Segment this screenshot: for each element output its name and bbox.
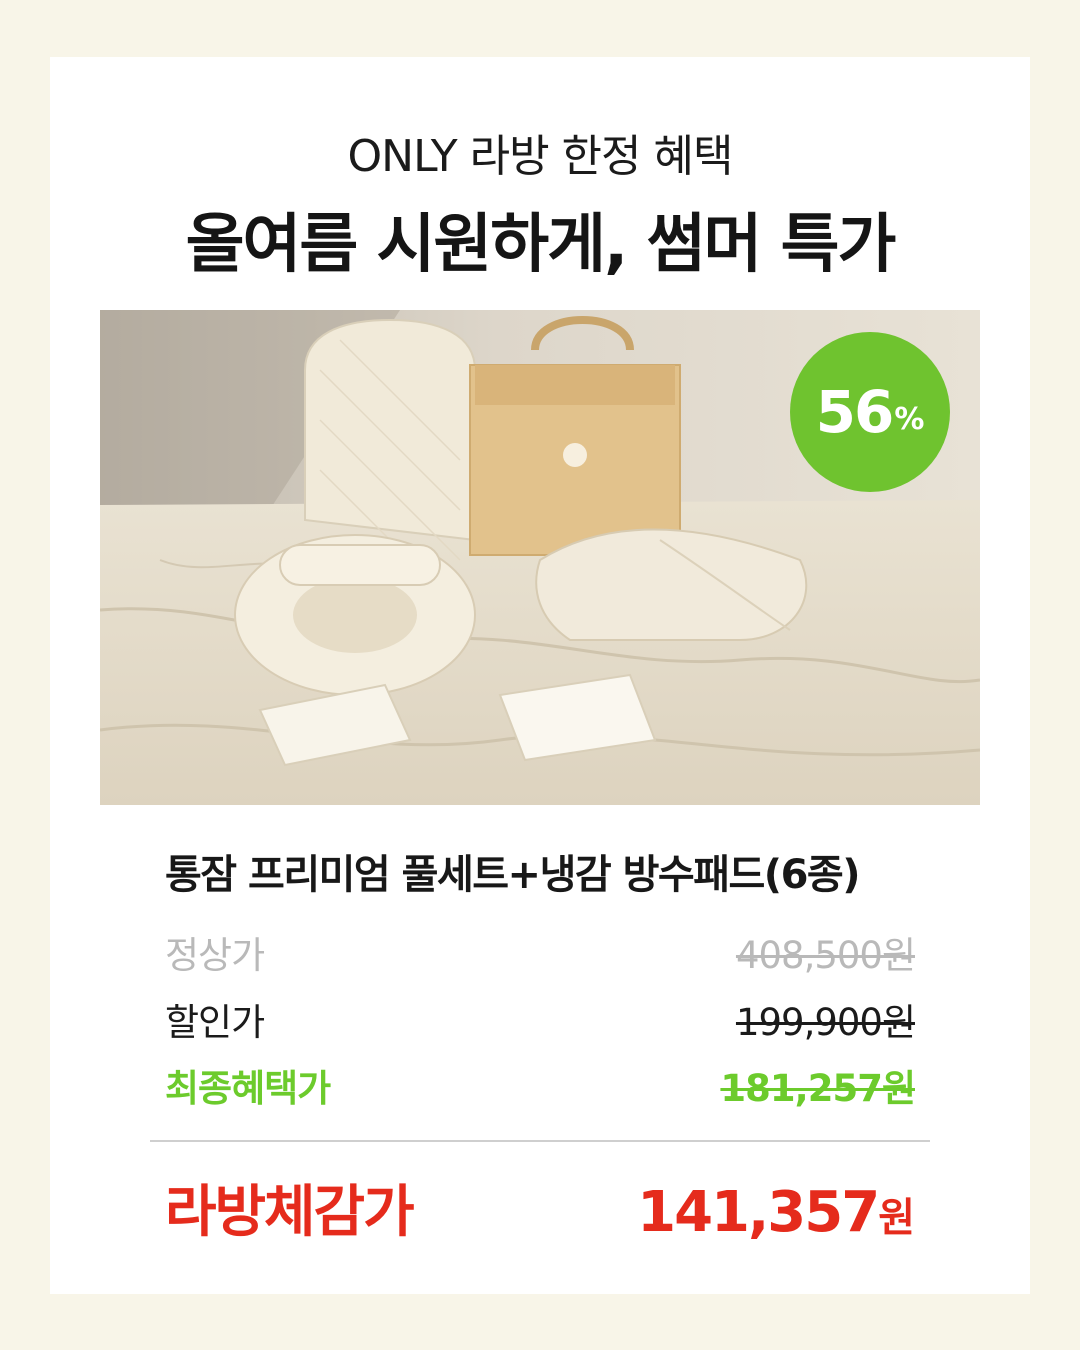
regular-price-label: 정상가 [165, 934, 265, 977]
live-price-unit: 원 [878, 1195, 915, 1241]
price-divider [150, 1140, 930, 1142]
sale-price-label: 할인가 [165, 1001, 265, 1044]
sale-price-value: 199,900원 [735, 1001, 916, 1044]
promo-title: 올여름 시원하게, 썸머 특가 [185, 208, 897, 282]
live-price-row: 라방체감가 141,357원 [165, 1167, 915, 1248]
sale-price-row: 할인가 199,900원 [165, 992, 916, 1046]
live-price-label: 라방체감가 [165, 1180, 415, 1245]
product-photo: 56% [100, 310, 980, 805]
regular-price-value: 408,500원 [735, 934, 916, 977]
live-price-value: 141,357 [637, 1180, 880, 1245]
discount-unit: % [894, 401, 925, 437]
promo-card: ONLY 라방 한정 혜택 올여름 시원하게, 썸머 특가 56 % 통잠 프리… [50, 57, 1030, 1294]
final-benefit-price-value: 181,257원 [720, 1067, 916, 1110]
final-benefit-price-row: 최종혜택가 181,257원 [165, 1058, 916, 1112]
final-benefit-price-label: 최종혜택가 [165, 1067, 331, 1110]
promo-subtitle: ONLY 라방 한정 혜택 [347, 131, 734, 182]
discount-number: 56 [815, 378, 895, 446]
live-price-amount: 141,357원 [637, 1180, 915, 1245]
product-name: 통잠 프리미엄 풀세트+냉감 방수패드(6종) [165, 852, 861, 898]
discount-badge: 56% [790, 332, 950, 492]
regular-price-row: 정상가 408,500원 [165, 925, 916, 979]
